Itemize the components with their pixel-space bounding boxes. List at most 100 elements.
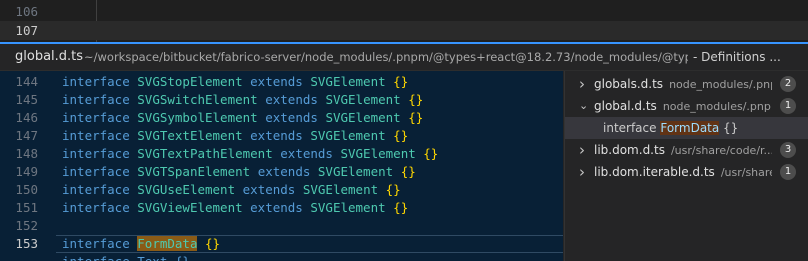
type-name: SVGSymbolElement bbox=[137, 110, 258, 125]
code-line[interactable]: 148 interface SVGTextPathElement extends … bbox=[0, 145, 563, 163]
line-number: 147 bbox=[15, 128, 38, 143]
peek-editor[interactable]: 144 interface SVGStopElement extends SVGE… bbox=[0, 71, 563, 261]
type-name: SVGStopElement bbox=[137, 74, 243, 89]
definition-match: FormData bbox=[137, 236, 198, 251]
code-line[interactable]: 147 interface SVGTextElement extends SVGE… bbox=[0, 127, 563, 145]
reference-file-item[interactable]: › lib.dom.d.ts/usr/share/code/r... 3 bbox=[565, 139, 808, 161]
keyword: interface bbox=[62, 164, 130, 179]
code-line[interactable]: 146 interface SVGSymbolElement extends SV… bbox=[0, 109, 563, 127]
line-code: interface Text {} bbox=[62, 253, 190, 261]
keyword: extends bbox=[257, 164, 311, 179]
reference-count-badge: 3 bbox=[780, 142, 796, 158]
line-code[interactable]: interface SVGTextElement extends SVGElem… bbox=[62, 127, 408, 145]
code-line[interactable]: 152 bbox=[0, 217, 563, 235]
chevron-right-icon[interactable]: › bbox=[579, 139, 589, 161]
reference-file-name: lib.dom.d.ts bbox=[594, 143, 665, 157]
line-number: 151 bbox=[15, 200, 38, 215]
keyword: extends bbox=[250, 200, 303, 215]
line-code[interactable]: interface SVGSwitchElement extends SVGEl… bbox=[62, 91, 423, 109]
braces: {} bbox=[205, 236, 221, 251]
braces: {} bbox=[393, 128, 409, 143]
chevron-down-icon[interactable]: ⌄ bbox=[579, 95, 589, 117]
type-name: SVGElement bbox=[310, 200, 386, 215]
reference-file-path: node_modules/.pnp... bbox=[662, 100, 772, 113]
reference-file-name: globals.d.ts bbox=[594, 77, 664, 91]
code-line-partial[interactable]: interface Text {} bbox=[0, 253, 563, 261]
line-code[interactable]: interface SVGTextPathElement extends SVG… bbox=[62, 145, 438, 163]
line-number: 148 bbox=[15, 146, 38, 161]
reference-file-item[interactable]: ⌄ global.d.ts node_modules/.pnp... 1 bbox=[565, 95, 808, 117]
braces: {} bbox=[408, 110, 424, 125]
line-code[interactable]: interface SVGSymbolElement extends SVGEl… bbox=[62, 109, 423, 127]
peek-definition-widget: global.d.ts ~/workspace/bitbucket/fabric… bbox=[0, 42, 808, 261]
keyword: interface bbox=[62, 200, 130, 215]
type-name: SVGTSpanElement bbox=[137, 164, 251, 179]
braces: {} bbox=[423, 146, 439, 161]
type-name: SVGElement bbox=[310, 74, 386, 89]
reference-file-name: lib.dom.iterable.d.ts bbox=[594, 165, 715, 179]
type-name: SVGElement bbox=[340, 146, 416, 161]
reference-file-item[interactable]: › globals.d.ts node_modules/.pnp... 2 bbox=[565, 73, 808, 95]
keyword: extends bbox=[265, 92, 318, 107]
line-number: 106 bbox=[15, 4, 38, 19]
type-name: SVGTextPathElement bbox=[137, 146, 273, 161]
keyword: interface bbox=[62, 92, 130, 107]
line-number: 153 bbox=[15, 236, 38, 251]
peek-title: - Definitions ... bbox=[693, 50, 781, 64]
line-number: 144 bbox=[15, 74, 38, 89]
line-code[interactable]: interface FormData {} bbox=[62, 235, 220, 253]
keyword: interface bbox=[62, 128, 130, 143]
line-number: 149 bbox=[15, 164, 38, 179]
references-tree[interactable]: › globals.d.ts node_modules/.pnp... 2 ⌄ globa… bbox=[564, 71, 808, 261]
line-number: 145 bbox=[15, 92, 38, 107]
reference-match: FormData bbox=[660, 121, 720, 135]
reference-prefix: interface bbox=[603, 121, 661, 135]
reference-file-item[interactable]: › lib.dom.iterable.d.ts/usr/share... 1 bbox=[565, 161, 808, 183]
braces: {} bbox=[408, 92, 424, 107]
code-line[interactable]: 151 interface SVGViewElement extends SVGE… bbox=[0, 199, 563, 217]
line-number: 107 bbox=[15, 23, 38, 38]
line-number: 146 bbox=[15, 110, 38, 125]
keyword: extends bbox=[242, 182, 296, 197]
type-name: SVGElement bbox=[310, 128, 386, 143]
peek-file-name[interactable]: global.d.ts bbox=[15, 44, 83, 70]
line-code[interactable]: interface SVGUseElement extends SVGEleme… bbox=[62, 181, 401, 199]
chevron-right-icon[interactable]: › bbox=[579, 73, 589, 95]
reference-file-name: global.d.ts bbox=[594, 99, 657, 113]
chevron-right-icon[interactable]: › bbox=[579, 161, 589, 183]
peek-header[interactable]: global.d.ts ~/workspace/bitbucket/fabric… bbox=[0, 44, 808, 71]
reference-count-badge: 1 bbox=[780, 164, 796, 180]
editor-line-active[interactable]: 107 const formData = new FormData(form);… bbox=[0, 21, 808, 58]
type-name: SVGUseElement bbox=[137, 182, 236, 197]
keyword: extends bbox=[280, 146, 333, 161]
braces: {} bbox=[393, 74, 409, 89]
braces: {} bbox=[393, 200, 409, 215]
code-line-current[interactable]: 153 interface FormData {} bbox=[0, 235, 563, 253]
editor-line[interactable]: 106 const form = evt.target as HTMLFormE… bbox=[0, 2, 808, 38]
line-code[interactable]: interface SVGStopElement extends SVGElem… bbox=[62, 73, 408, 91]
reference-item[interactable]: interface FormData {} bbox=[565, 117, 808, 139]
reference-preview: interface FormData {} bbox=[603, 117, 738, 139]
keyword: interface bbox=[62, 236, 130, 251]
line-code[interactable]: interface SVGViewElement extends SVGElem… bbox=[62, 199, 408, 217]
reference-count-badge: 2 bbox=[780, 76, 796, 92]
editor-area[interactable]: 106 const form = evt.target as HTMLFormE… bbox=[0, 0, 808, 58]
type-name: SVGViewElement bbox=[137, 200, 243, 215]
keyword: extends bbox=[265, 110, 318, 125]
code-line[interactable]: 144 interface SVGStopElement extends SVGE… bbox=[0, 73, 563, 91]
line-number: 152 bbox=[15, 218, 38, 233]
reference-suffix: {} bbox=[719, 121, 739, 135]
type-name: SVGElement bbox=[325, 92, 401, 107]
type-name: SVGSwitchElement bbox=[137, 92, 258, 107]
code-line[interactable]: 150 interface SVGUseElement extends SVGEl… bbox=[0, 181, 563, 199]
keyword: interface bbox=[62, 182, 130, 197]
reference-file-path: node_modules/.pnp... bbox=[669, 78, 772, 91]
code-line[interactable]: 145 interface SVGSwitchElement extends SV… bbox=[0, 91, 563, 109]
type-name: SVGElement bbox=[302, 182, 379, 197]
keyword: interface bbox=[62, 74, 130, 89]
line-number: 150 bbox=[15, 182, 38, 197]
code-line[interactable]: 149 interface SVGTSpanElement extends SVG… bbox=[0, 163, 563, 181]
line-code[interactable]: interface SVGTSpanElement extends SVGEle… bbox=[62, 163, 416, 181]
keyword: extends bbox=[250, 128, 303, 143]
type-name: SVGElement bbox=[317, 164, 394, 179]
